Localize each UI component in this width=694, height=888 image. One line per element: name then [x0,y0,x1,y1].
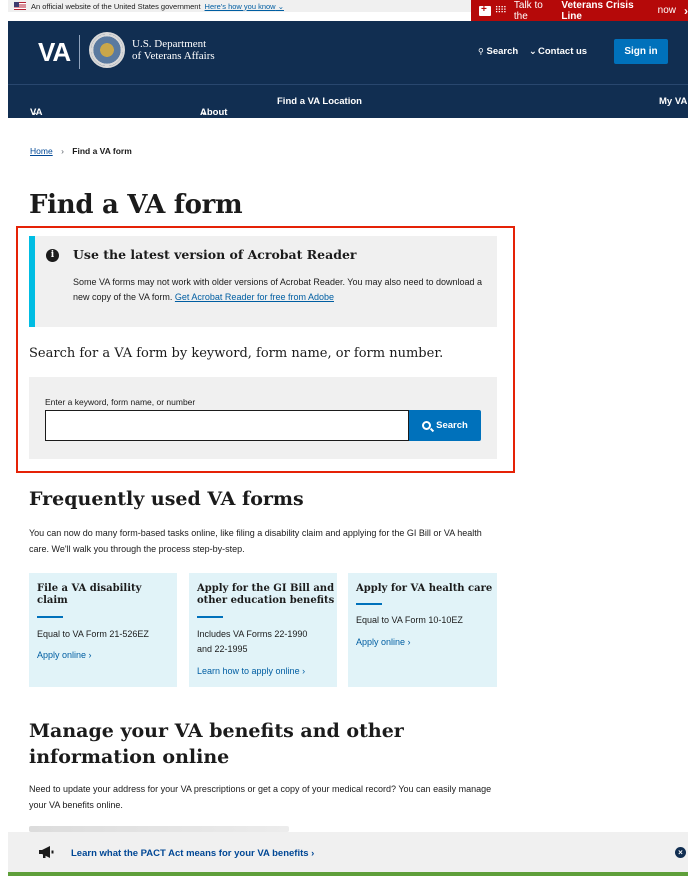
breadcrumb-current: Find a VA form [72,146,132,156]
logo-divider [79,35,80,69]
va-seal-icon [89,32,125,68]
pact-act-link[interactable]: Learn what the PACT Act means for your V… [71,848,314,859]
card-title: Apply for VA health care [356,583,493,594]
search-input[interactable] [45,410,409,441]
search-icon [422,421,432,430]
nav-my-va[interactable]: My VA [659,96,687,107]
site-header: VA U.S. Department of Veterans Affairs ⚲… [8,21,688,84]
acrobat-alert: i Use the latest version of Acrobat Read… [29,236,497,327]
card-title: File a VA disability claim [37,583,142,606]
form-card: Apply for the GI Bill and other educatio… [189,573,337,687]
card-rule [37,616,63,618]
card-apply-link[interactable]: Apply online › [356,637,411,647]
manage-benefits-description: Need to update your address for your VA … [29,784,492,810]
card-text: Equal to VA Form 21-526EZ [37,629,149,639]
breadcrumb-home-link[interactable]: Home [30,146,53,156]
form-card: File a VA disability claim Equal to VA F… [29,573,177,687]
heres-how-you-know-link[interactable]: Here's how you know ⌄ [205,2,284,11]
card-apply-link[interactable]: Apply online › [37,650,92,660]
breadcrumb-separator: › [61,146,64,156]
search-button[interactable]: Search [409,410,481,441]
sign-in-button[interactable]: Sign in [614,39,668,64]
form-card: Apply for VA health care Equal to VA For… [348,573,497,687]
form-search-panel: Enter a keyword, form name, or number Se… [29,377,497,459]
frequent-forms-description: You can now do many form-based tasks onl… [29,528,482,554]
alert-title: Use the latest version of Acrobat Reader [73,247,357,262]
crisis-dots-icon: ⠿⠿ [494,5,507,15]
page-title: Find a VA form [29,190,243,220]
close-icon[interactable]: × [675,847,686,858]
manage-benefits-heading: Manage your VA benefits and other inform… [29,720,404,768]
crisis-line-icon [479,4,491,16]
breadcrumb: Home › Find a VA form [30,146,132,156]
info-icon: i [46,249,59,262]
chevron-right-icon: › [684,3,688,18]
nav-find-location[interactable]: Find a VA Location [277,96,362,107]
chevron-down-icon: ⌄ [200,107,208,118]
megaphone-icon [39,846,54,858]
department-name: U.S. Department of Veterans Affairs [132,38,215,62]
search-icon: ⚲ [478,47,484,56]
chevron-down-icon: ⌄ [528,46,537,57]
gov-banner-text: An official website of the United States… [31,1,201,11]
card-text: Includes VA Forms 22-1990 and 22-1995 [197,629,308,654]
search-prompt: Search for a VA form by keyword, form na… [29,346,444,361]
crisis-prefix: Talk to the [513,0,543,22]
main-nav: VA Benefits and Health Care ⌄ About VA ⌄… [8,84,688,162]
card-title: Apply for the GI Bill and other educatio… [197,583,335,606]
va-logo[interactable]: VA [38,37,71,68]
search-label: Enter a keyword, form name, or number [45,397,196,407]
crisis-emphasis: Veterans Crisis Line [561,0,634,22]
contact-us-link[interactable]: Contact us [538,46,587,57]
pact-act-banner: Learn what the PACT Act means for your V… [8,832,688,876]
card-learn-link[interactable]: Learn how to apply online › [197,666,305,676]
frequent-forms-heading: Frequently used VA forms [29,488,304,510]
card-rule [356,603,382,605]
alert-body: Some VA forms may not work with older ve… [73,277,483,302]
card-text: Equal to VA Form 10-10EZ [356,615,463,625]
chevron-down-icon: ⌄ [30,107,38,118]
us-flag-icon [14,2,26,10]
acrobat-download-link[interactable]: Get Acrobat Reader for free from Adobe [175,292,334,302]
crisis-line-button[interactable]: ⠿⠿ Talk to the Veterans Crisis Line now … [471,0,688,22]
header-search-button[interactable]: ⚲ Search ⌄ [478,46,537,57]
card-rule [197,616,223,618]
crisis-suffix: now [657,5,676,16]
